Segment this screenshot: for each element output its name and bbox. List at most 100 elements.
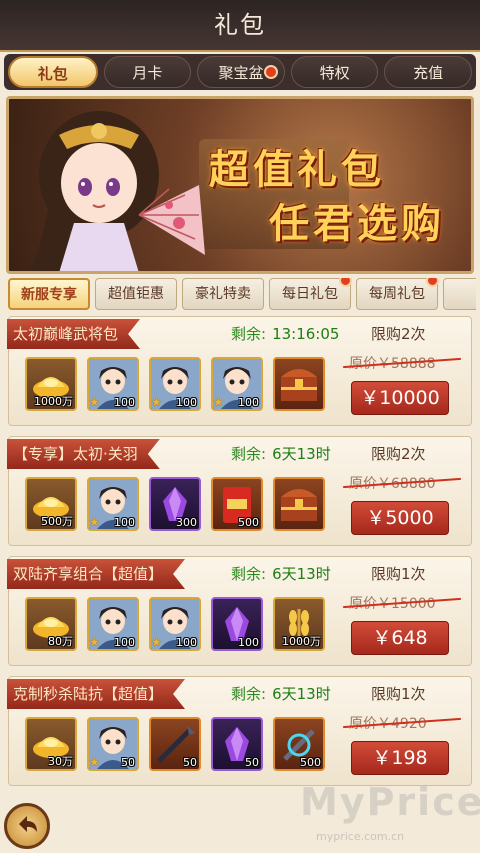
remaining-label: 剩余: [231,565,267,583]
banner-slogan-line1: 超值礼包 [209,146,385,193]
reward-item[interactable]: 500 [211,477,263,531]
purchase-limit: 限购1次 [371,685,426,703]
item-quantity: 100 [114,516,135,529]
hero-fragment-star-icon: ★ [151,635,162,649]
item-quantity: 80万 [48,635,73,648]
reward-item[interactable]: ★ 100 [87,477,139,531]
pack-name: 双陆齐享组合【超值】 [7,559,185,589]
remaining-time: 剩余: 13:16:05 [231,323,339,344]
reward-item[interactable] [273,357,325,411]
item-quantity: 100 [176,396,197,409]
item-quantity: 1000万 [282,635,321,648]
notification-dot [263,65,278,79]
top-tab-0[interactable]: 礼包 [8,56,98,88]
buy-button[interactable]: ￥198 [351,741,449,775]
item-quantity: 30万 [48,755,73,768]
top-tab-1[interactable]: 月卡 [103,56,192,88]
remaining-value: 6天13时 [272,565,331,583]
hero-fragment-star-icon: ★ [213,395,224,409]
reward-item[interactable]: 1000万 [273,597,325,651]
reward-item[interactable]: 500万 [25,477,77,531]
reward-item[interactable]: 50 [211,717,263,771]
hero-fragment-star-icon: ★ [89,515,100,529]
reward-item[interactable]: 1000万 [25,357,77,411]
reward-item[interactable]: 500 [273,717,325,771]
remaining-time: 剩余: 6天13时 [231,563,331,584]
remaining-value: 6天13时 [272,685,331,703]
remaining-value: 13:16:05 [272,325,340,343]
purchase-limit: 限购2次 [371,445,426,463]
buy-button[interactable]: ￥648 [351,621,449,655]
item-quantity: 500 [300,756,321,769]
reward-item[interactable]: ★ 100 [87,357,139,411]
gift-pack-card: 双陆齐享组合【超值】 剩余: 6天13时 限购1次原价￥15000 ￥648 80万 ★ 10… [8,556,472,666]
reward-item[interactable]: 80万 [25,597,77,651]
hero-fragment-star-icon: ★ [89,755,100,769]
item-quantity: 100 [238,396,259,409]
watermark: MyPrice [300,780,480,824]
item-quantity: 100 [238,636,259,649]
hero-fragment-star-icon: ★ [89,395,100,409]
item-quantity: 50 [121,756,135,769]
reward-item[interactable]: ★ 50 [87,717,139,771]
top-tab-4[interactable]: 充值 [384,56,472,88]
remaining-value: 6天13时 [272,445,331,463]
pack-name: 【专享】太初·关羽 [7,439,160,469]
reward-item[interactable]: ★ 100 [211,357,263,411]
remaining-label: 剩余: [231,445,267,463]
pack-items: 1000万 ★ 100 ★ 100 ★ 100 [25,357,325,411]
top-tab-2[interactable]: 聚宝盆 [197,56,285,88]
sub-tab-3[interactable]: 每日礼包 [269,278,352,310]
reward-item[interactable]: ★ 100 [149,357,201,411]
banner-slogan-line2: 任君选购 [269,200,445,247]
original-price: 原价￥68880 [343,473,461,493]
remaining-time: 剩余: 6天13时 [231,443,331,464]
top-tab-3[interactable]: 特权 [290,56,379,88]
back-button[interactable] [4,803,50,849]
notification-dot [426,278,439,287]
watermark-url: myprice.com.cn [316,830,405,843]
pack-items: 30万 ★ 50 50 50 500 [25,717,325,771]
remaining-label: 剩余: [231,325,267,343]
reward-item[interactable]: 50 [149,717,201,771]
item-quantity: 300 [176,516,197,529]
gift-pack-card: 【专享】太初·关羽 剩余: 6天13时 限购2次原价￥68880 ￥5000 500万 ★ 1… [8,436,472,546]
gift-pack-card: 克制秒杀陆抗【超值】 剩余: 6天13时 限购1次原价￥4920 ￥198 30万 ★ 50 5… [8,676,472,786]
original-price: 原价￥15000 [343,593,461,613]
reward-item[interactable]: ★ 100 [87,597,139,651]
sub-tab-1[interactable]: 超值钜惠 [95,278,177,310]
item-quantity: 50 [183,756,197,769]
sub-tab-bar: 新服专享超值钜惠豪礼特卖每日礼包每周礼包每 [8,278,476,312]
top-tab-bar: 礼包 月卡 聚宝盆 特权 充值 [4,54,476,90]
reward-item[interactable]: 30万 [25,717,77,771]
reward-item[interactable]: 100 [211,597,263,651]
treasure-chest-icon [281,489,317,521]
sub-tab-4[interactable]: 每周礼包 [356,278,439,310]
buy-button[interactable]: ￥5000 [351,501,449,535]
item-quantity: 100 [176,636,197,649]
buy-button[interactable]: ￥10000 [351,381,449,415]
pack-name: 克制秒杀陆抗【超值】 [7,679,185,709]
remaining-label: 剩余: [231,685,267,703]
item-quantity: 50 [245,756,259,769]
reward-item[interactable]: 300 [149,477,201,531]
hero-fragment-star-icon: ★ [151,395,162,409]
treasure-chest-icon [281,369,317,401]
promo-banner[interactable]: 超值礼包 任君选购 [6,96,474,274]
gift-pack-card: 太初巅峰武将包 剩余: 13:16:05 限购2次原价￥58888 ￥10000 1000… [8,316,472,426]
heroine-illustration [30,111,205,271]
reward-item[interactable]: ★ 100 [149,597,201,651]
purchase-limit: 限购2次 [371,325,426,343]
reward-item[interactable] [273,477,325,531]
back-arrow-icon [19,816,37,832]
item-quantity: 100 [114,636,135,649]
pack-items: 80万 ★ 100 ★ 100 100 1000万 [25,597,325,651]
sub-tab-2[interactable]: 豪礼特卖 [182,278,264,310]
item-quantity: 1000万 [34,395,73,408]
sub-tab-5[interactable]: 每 [443,278,476,310]
sub-tab-0[interactable]: 新服专享 [8,278,90,310]
hero-fragment-star-icon: ★ [89,635,100,649]
pack-name: 太初巅峰武将包 [7,319,140,349]
purchase-limit: 限购1次 [371,565,426,583]
item-quantity: 500 [238,516,259,529]
